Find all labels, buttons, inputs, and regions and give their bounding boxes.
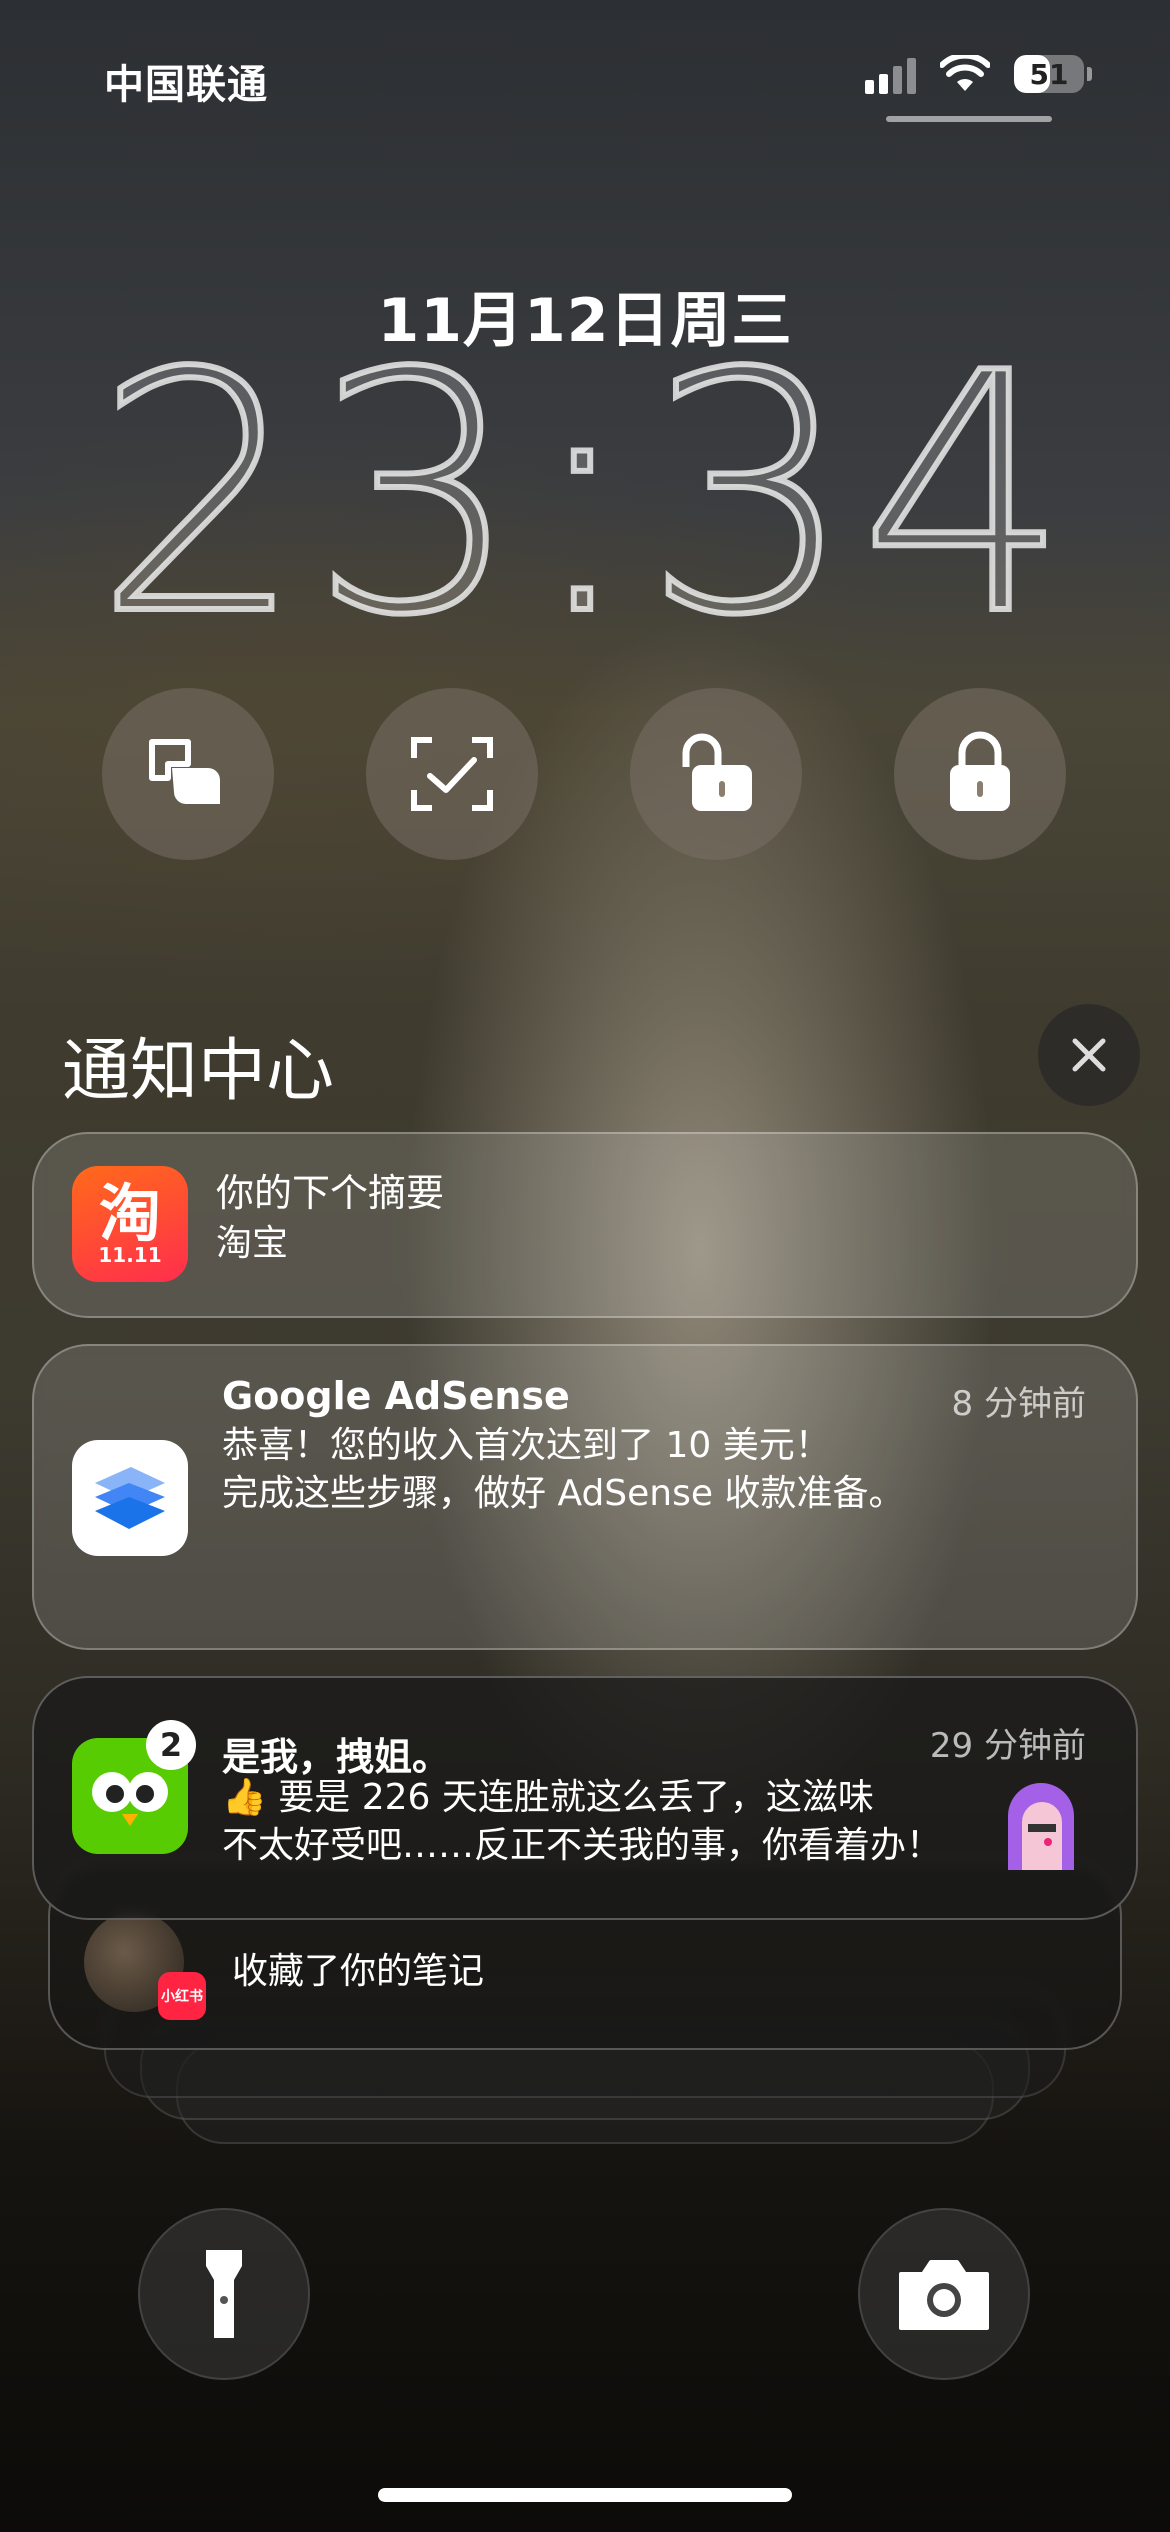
notification-title: 你的下个摘要: [216, 1171, 445, 1215]
unlock-button[interactable]: [630, 688, 802, 860]
close-icon: [1072, 1038, 1106, 1072]
notification-body: 收藏了你的笔记: [232, 1951, 485, 1992]
flashlight-button[interactable]: [138, 2208, 310, 2380]
taobao-icon-sub: 11.11: [98, 1243, 162, 1267]
notification-title: Google AdSense: [222, 1374, 570, 1418]
notification-duolingo[interactable]: 2 是我，拽姐。 29 分钟前 👍 要是 226 天连胜就这么丢了，这滋味 不太…: [32, 1676, 1138, 1920]
scan-check-icon: [411, 737, 493, 811]
notification-body: 淘宝: [216, 1223, 289, 1264]
notification-center-title: 通知中心: [62, 1032, 335, 1111]
notification-body-line1: 👍 要是 226 天连胜就这么丢了，这滋味: [222, 1777, 874, 1818]
notification-time: 29 分钟前: [929, 1726, 1086, 1766]
split-screen-button[interactable]: [102, 688, 274, 860]
notification-title: 是我，拽姐。: [222, 1735, 451, 1779]
lock-icon: [950, 731, 1010, 811]
character-thumbnail: [998, 1780, 1084, 1870]
taobao-icon-glyph: 淘: [98, 1177, 161, 1250]
notification-time: 8 分钟前: [951, 1384, 1086, 1424]
xiaohongshu-icon-text: 小红书: [161, 1989, 203, 2005]
carrier-name: 中国联通: [104, 62, 268, 108]
taobao-app-icon: 淘 11.11: [72, 1166, 188, 1282]
xiaohongshu-app-icon: 小红书: [158, 1972, 206, 2020]
split-screen-icon: [149, 739, 220, 804]
lock-time: 23:34: [91, 303, 1076, 687]
clear-notifications-button[interactable]: [1038, 1004, 1140, 1106]
status-icons: 51: [865, 54, 1092, 94]
adsense-app-icon: [72, 1440, 188, 1556]
notification-body-line1: 恭喜！您的收入首次达到了 10 美元！: [222, 1425, 831, 1466]
home-indicator[interactable]: [378, 2488, 792, 2502]
notification-body-line2: 完成这些步骤，做好 AdSense 收款准备。: [222, 1473, 905, 1514]
battery-icon: 51: [1014, 55, 1092, 93]
notification-adsense[interactable]: Google AdSense 8 分钟前 恭喜！您的收入首次达到了 10 美元！…: [32, 1344, 1138, 1650]
notification-taobao[interactable]: 淘 11.11 你的下个摘要 淘宝: [32, 1132, 1138, 1318]
duolingo-app-icon: 2: [72, 1720, 196, 1854]
camera-button[interactable]: [858, 2208, 1030, 2380]
camera-icon: [899, 2260, 989, 2330]
notification-body-line2: 不太好受吧……反正不关我的事，你看着办！: [222, 1825, 943, 1866]
lock-button[interactable]: [894, 688, 1066, 860]
status-underline: [886, 116, 1052, 122]
unlock-icon: [682, 733, 752, 811]
flashlight-icon: [206, 2250, 242, 2338]
badge-count: 2: [146, 1720, 196, 1770]
signal-icon: [865, 54, 916, 94]
scan-button[interactable]: [366, 688, 538, 860]
wifi-icon: [940, 55, 990, 91]
battery-percent: 51: [1029, 57, 1069, 91]
